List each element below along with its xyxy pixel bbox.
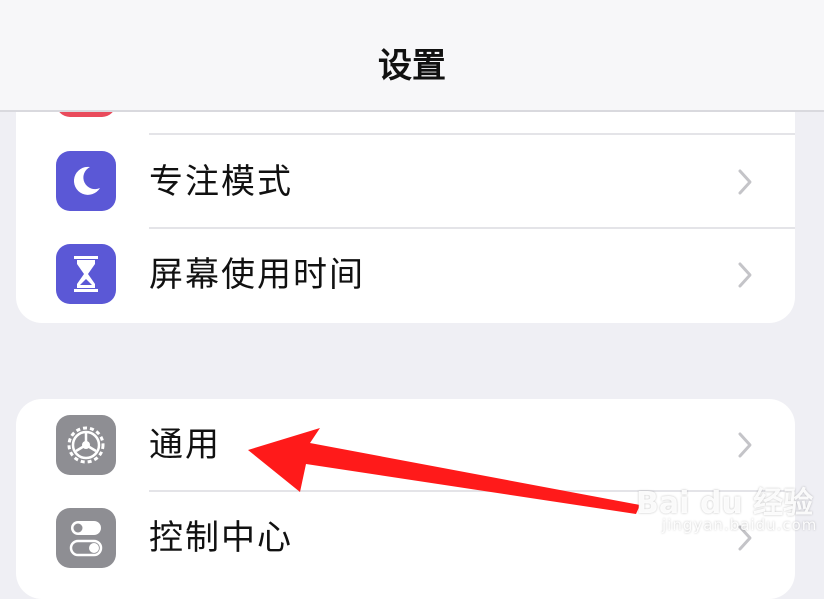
toggle-icon [56,508,116,568]
page-title: 设置 [378,46,446,86]
chevron-right-icon [738,432,752,458]
settings-row-screen-time[interactable]: 屏幕使用时间 [16,229,795,322]
moon-icon [56,151,116,211]
hourglass-icon [56,244,116,304]
chevron-right-icon [738,262,752,288]
row-label-control-center: 控制中心 [149,518,293,558]
row-label-screen-time: 屏幕使用时间 [149,255,365,295]
row-label-focus: 专注模式 [149,162,293,202]
settings-row-focus[interactable]: 专注模式 [16,136,795,229]
gear-icon [56,415,116,475]
navigation-bar: 设置 [0,0,824,112]
watermark-url: jingyan.baidu.com [662,516,818,534]
row-label-general: 通用 [149,425,221,465]
watermark: Bai du 经验 jingyan.baidu.com [632,468,822,556]
row-separator [149,133,795,135]
chevron-right-icon [738,169,752,195]
